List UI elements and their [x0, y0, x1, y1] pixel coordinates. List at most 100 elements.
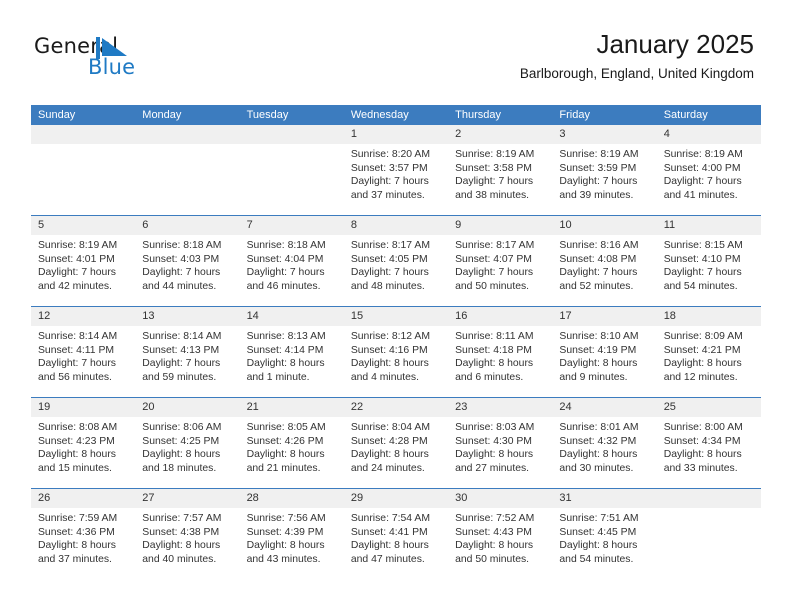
- day-cell-12[interactable]: Sunrise: 8:14 AM Sunset: 4:11 PM Daylight:…: [31, 326, 135, 397]
- day-info-line: Sunset: 4:23 PM: [38, 435, 115, 447]
- day-info-line: Sunrise: 8:18 AM: [142, 240, 222, 251]
- day-number-1[interactable]: 1: [344, 125, 448, 144]
- day-cell-3[interactable]: Sunrise: 8:19 AM Sunset: 3:59 PM Daylight:…: [552, 144, 656, 215]
- day-number-19[interactable]: 19: [31, 398, 135, 417]
- day-info-line: Daylight: 8 hours: [246, 540, 325, 552]
- day-cell-24[interactable]: Sunrise: 8:01 AM Sunset: 4:32 PM Daylight:…: [552, 417, 656, 488]
- weekday-header-thursday: Thursday: [455, 109, 501, 121]
- day-cell-28[interactable]: Sunrise: 7:56 AM Sunset: 4:39 PM Daylight:…: [240, 508, 344, 579]
- day-number-empty: [135, 125, 239, 144]
- day-cell-6[interactable]: Sunrise: 8:18 AM Sunset: 4:03 PM Daylight:…: [135, 235, 239, 306]
- day-number-11[interactable]: 11: [657, 216, 761, 235]
- day-info-line: and 24 minutes.: [350, 462, 425, 474]
- day-cell-23[interactable]: Sunrise: 8:03 AM Sunset: 4:30 PM Daylight:…: [448, 417, 552, 488]
- weekday-header-friday: Friday: [559, 109, 590, 121]
- day-cell-10[interactable]: Sunrise: 8:16 AM Sunset: 4:08 PM Daylight:…: [552, 235, 656, 306]
- day-number-16[interactable]: 16: [448, 307, 552, 326]
- day-cell-13[interactable]: Sunrise: 8:14 AM Sunset: 4:13 PM Daylight:…: [135, 326, 239, 397]
- day-info-line: Daylight: 7 hours: [559, 267, 638, 279]
- day-number-15[interactable]: 15: [344, 307, 448, 326]
- day-number-26[interactable]: 26: [31, 489, 135, 508]
- day-cell-16[interactable]: Sunrise: 8:11 AM Sunset: 4:18 PM Daylight:…: [448, 326, 552, 397]
- day-cell-26[interactable]: Sunrise: 7:59 AM Sunset: 4:36 PM Daylight:…: [31, 508, 135, 579]
- day-cell-5[interactable]: Sunrise: 8:19 AM Sunset: 4:01 PM Daylight:…: [31, 235, 135, 306]
- day-number-22[interactable]: 22: [344, 398, 448, 417]
- day-cell-11[interactable]: Sunrise: 8:15 AM Sunset: 4:10 PM Daylight:…: [657, 235, 761, 306]
- day-info-line: Daylight: 7 hours: [350, 267, 429, 279]
- day-info-line: Sunrise: 8:11 AM: [455, 331, 534, 342]
- day-cell-30[interactable]: Sunrise: 7:52 AM Sunset: 4:43 PM Daylight:…: [448, 508, 552, 579]
- day-cell-29[interactable]: Sunrise: 7:54 AM Sunset: 4:41 PM Daylight:…: [344, 508, 448, 579]
- day-info-line: Sunrise: 8:19 AM: [559, 149, 639, 160]
- day-number-3[interactable]: 3: [552, 125, 656, 144]
- calendar-week-row: 12 13 14 15 16 17 18 Sunrise: 8:14 AM Sunset: 4:…: [31, 306, 761, 397]
- day-number-28[interactable]: 28: [240, 489, 344, 508]
- day-cell-8[interactable]: Sunrise: 8:17 AM Sunset: 4:05 PM Daylight:…: [344, 235, 448, 306]
- day-number-8[interactable]: 8: [344, 216, 448, 235]
- day-cell-31[interactable]: Sunrise: 7:51 AM Sunset: 4:45 PM Daylight:…: [552, 508, 656, 579]
- generalblue-logo[interactable]: General Blue: [34, 34, 184, 82]
- day-number-14[interactable]: 14: [240, 307, 344, 326]
- day-number-25[interactable]: 25: [657, 398, 761, 417]
- day-info-line: Daylight: 7 hours: [663, 267, 742, 279]
- calendar-weeks: 1 2 3 4 Sunrise: 8:20 AM Sunset: 3:57 PM Dayli…: [31, 125, 761, 579]
- day-number-29[interactable]: 29: [344, 489, 448, 508]
- day-info-line: and 30 minutes.: [559, 462, 634, 474]
- page-header: General Blue January 2025 Barlborough, E…: [0, 0, 792, 100]
- day-cell-21[interactable]: Sunrise: 8:05 AM Sunset: 4:26 PM Daylight:…: [240, 417, 344, 488]
- day-cell-empty: [240, 144, 344, 215]
- day-number-9[interactable]: 9: [448, 216, 552, 235]
- day-number-7[interactable]: 7: [240, 216, 344, 235]
- day-number-2[interactable]: 2: [448, 125, 552, 144]
- day-number-21[interactable]: 21: [240, 398, 344, 417]
- day-number-5[interactable]: 5: [31, 216, 135, 235]
- day-cell-27[interactable]: Sunrise: 7:57 AM Sunset: 4:38 PM Daylight:…: [135, 508, 239, 579]
- day-info-line: Sunset: 4:34 PM: [663, 435, 741, 447]
- day-info-line: and 6 minutes.: [455, 371, 524, 383]
- day-cell-20[interactable]: Sunrise: 8:06 AM Sunset: 4:25 PM Daylight:…: [135, 417, 239, 488]
- day-number-6[interactable]: 6: [135, 216, 239, 235]
- day-number-18[interactable]: 18: [657, 307, 761, 326]
- day-number-17[interactable]: 17: [552, 307, 656, 326]
- day-info-line: Sunset: 4:28 PM: [350, 435, 428, 447]
- day-number-27[interactable]: 27: [135, 489, 239, 508]
- day-info-line: and 4 minutes.: [350, 371, 420, 383]
- day-number-24[interactable]: 24: [552, 398, 656, 417]
- day-cell-19[interactable]: Sunrise: 8:08 AM Sunset: 4:23 PM Daylight:…: [31, 417, 135, 488]
- day-info-line: Sunset: 4:41 PM: [350, 526, 428, 538]
- day-number-13[interactable]: 13: [135, 307, 239, 326]
- day-info-line: Sunrise: 8:03 AM: [455, 422, 535, 433]
- day-info-line: Sunset: 4:04 PM: [246, 253, 324, 265]
- day-number-31[interactable]: 31: [552, 489, 656, 508]
- day-cell-14[interactable]: Sunrise: 8:13 AM Sunset: 4:14 PM Daylight:…: [240, 326, 344, 397]
- day-info-line: Sunrise: 7:51 AM: [559, 513, 639, 524]
- day-cell-25[interactable]: Sunrise: 8:00 AM Sunset: 4:34 PM Daylight:…: [657, 417, 761, 488]
- day-info-line: Sunrise: 8:14 AM: [142, 331, 222, 342]
- day-cell-15[interactable]: Sunrise: 8:12 AM Sunset: 4:16 PM Daylight:…: [344, 326, 448, 397]
- day-info-line: Sunrise: 8:19 AM: [663, 149, 743, 160]
- day-info-line: and 41 minutes.: [663, 189, 738, 201]
- day-number-23[interactable]: 23: [448, 398, 552, 417]
- day-number-4[interactable]: 4: [657, 125, 761, 144]
- day-number-20[interactable]: 20: [135, 398, 239, 417]
- day-cell-18[interactable]: Sunrise: 8:09 AM Sunset: 4:21 PM Daylight:…: [657, 326, 761, 397]
- day-cell-7[interactable]: Sunrise: 8:18 AM Sunset: 4:04 PM Daylight:…: [240, 235, 344, 306]
- day-info-line: and 56 minutes.: [38, 371, 112, 383]
- day-cell-4[interactable]: Sunrise: 8:19 AM Sunset: 4:00 PM Daylight:…: [657, 144, 761, 215]
- calendar-week-row: 19 20 21 22 23 24 25 Sunrise: 8:08 AM Sunset: 4:…: [31, 397, 761, 488]
- week-detail-band: Sunrise: 8:08 AM Sunset: 4:23 PM Daylight:…: [31, 417, 761, 488]
- day-info-line: Daylight: 8 hours: [455, 540, 534, 552]
- day-cell-2[interactable]: Sunrise: 8:19 AM Sunset: 3:58 PM Daylight:…: [448, 144, 552, 215]
- day-cell-9[interactable]: Sunrise: 8:17 AM Sunset: 4:07 PM Daylight:…: [448, 235, 552, 306]
- day-number-12[interactable]: 12: [31, 307, 135, 326]
- day-info-line: Daylight: 8 hours: [38, 449, 116, 461]
- logo-text-blue: Blue: [88, 55, 136, 79]
- day-cell-1[interactable]: Sunrise: 8:20 AM Sunset: 3:57 PM Daylight:…: [344, 144, 448, 215]
- day-cell-22[interactable]: Sunrise: 8:04 AM Sunset: 4:28 PM Daylight:…: [344, 417, 448, 488]
- day-info-line: Sunrise: 8:17 AM: [455, 240, 535, 251]
- day-number-10[interactable]: 10: [552, 216, 656, 235]
- calendar-page: General Blue January 2025 Barlborough, E…: [0, 0, 792, 612]
- day-cell-17[interactable]: Sunrise: 8:10 AM Sunset: 4:19 PM Daylight:…: [552, 326, 656, 397]
- day-info-line: Daylight: 7 hours: [455, 176, 534, 188]
- day-number-30[interactable]: 30: [448, 489, 552, 508]
